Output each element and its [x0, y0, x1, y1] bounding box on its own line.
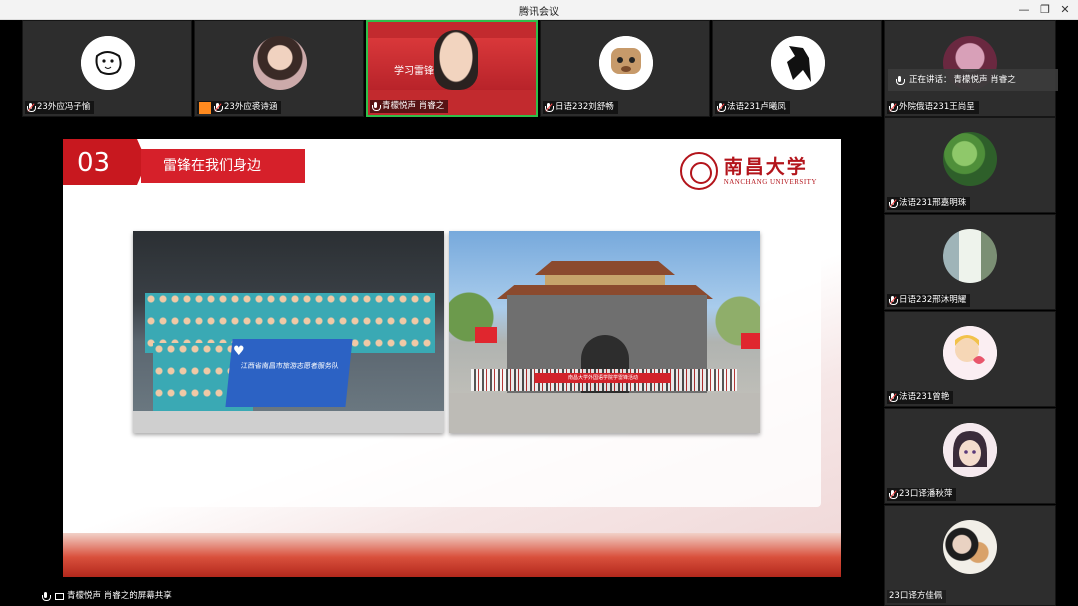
avatar [253, 36, 307, 90]
minimize-icon[interactable]: — [1016, 2, 1032, 18]
red-flag-icon [475, 327, 497, 343]
speaking-mic-icon [896, 75, 905, 85]
participant-name: 法语231卢曦凤 [715, 101, 790, 114]
mic-muted-icon [27, 103, 36, 112]
avatar [81, 36, 135, 90]
avatar [771, 36, 825, 90]
window-titlebar: 腾讯会议 — ❐ ✕ [0, 0, 1078, 20]
participant-tile[interactable]: 日语232刘舒畅 [540, 20, 710, 117]
group-banner: 南昌大学外国语学院学雷锋活动 [535, 373, 671, 383]
participant-name: 23口译潘秋萍 [887, 488, 957, 501]
mic-on-icon [42, 592, 51, 601]
participant-tile[interactable]: 23外应裘诗涵 [194, 20, 364, 117]
university-name-zh: 南昌大学 [723, 156, 808, 178]
participant-tile[interactable]: 法语231邢嘉明珠 [884, 117, 1056, 213]
university-name-en: NANCHANG UNIVERSITY [723, 178, 817, 186]
mic-on-icon [372, 102, 381, 111]
screen-share-area[interactable]: 03 雷锋在我们身边 南昌大学 NANCHANG UNIVERSITY 江西省南… [20, 117, 842, 606]
avatar [943, 326, 997, 380]
participant-name: 23外应冯子愉 [25, 101, 95, 114]
host-badge-icon [199, 101, 211, 114]
participant-tile[interactable]: 23口译方佳佩 [884, 505, 1056, 606]
participant-name: 日语232刘舒畅 [543, 101, 618, 114]
participant-name: 23口译方佳佩 [887, 590, 947, 603]
participant-tile[interactable]: 日语232邢沐明耀 [884, 214, 1056, 310]
mic-muted-icon [214, 103, 223, 112]
participant-name: 法语231曾艳 [887, 391, 954, 404]
speaker-face [434, 30, 478, 90]
slide-footer-decoration [63, 533, 841, 577]
mic-muted-icon [889, 393, 898, 402]
mic-muted-icon [717, 103, 726, 112]
close-icon[interactable]: ✕ [1057, 2, 1073, 18]
mic-muted-icon [889, 103, 898, 112]
mic-muted-icon [889, 490, 898, 499]
avatar [943, 229, 997, 283]
participant-name: 青檬悦声 肖睿之 [370, 100, 449, 113]
university-seal-icon [679, 152, 718, 190]
participant-name: 23外应裘诗涵 [197, 101, 282, 114]
window-title: 腾讯会议 [519, 7, 559, 18]
participant-name: 法语231邢嘉明珠 [887, 197, 971, 210]
avatar [599, 36, 653, 90]
avatar [943, 423, 997, 477]
restore-icon[interactable]: ❐ [1037, 2, 1053, 18]
screen-share-icon [55, 593, 64, 600]
participant-tile[interactable]: 23口译潘秋萍 [884, 408, 1056, 504]
presentation-slide: 03 雷锋在我们身边 南昌大学 NANCHANG UNIVERSITY 江西省南… [63, 139, 841, 577]
speaking-indicator: 正在讲话： 青檬悦声 肖睿之 [888, 69, 1058, 91]
red-flag-icon [741, 333, 760, 349]
screen-share-status: 青檬悦声 肖睿之的屏幕共享 [42, 590, 176, 603]
slide-title: 雷锋在我们身边 [141, 149, 305, 183]
avatar [943, 520, 997, 574]
university-logo: 南昌大学 NANCHANG UNIVERSITY [679, 151, 817, 191]
participant-tile[interactable]: 法语231卢曦凤 [712, 20, 882, 117]
meeting-stage: 23外应冯子愉 23外应裘诗涵 学习雷锋 时代先锋 青檬悦声 肖睿之 日语232… [0, 20, 1078, 606]
mic-muted-icon [889, 199, 898, 208]
volunteer-group-photo: 江西省南昌市旅游志愿者服务队 ♥ [133, 231, 444, 433]
avatar [943, 132, 997, 186]
participant-tile[interactable]: 法语231曾艳 [884, 311, 1056, 407]
participant-name: 外院俄语231王尚呈 [887, 101, 979, 114]
gate-group-photo: 南昌大学外国语学院学雷锋活动 [449, 231, 760, 433]
mic-muted-icon [889, 296, 898, 305]
slide-number: 03 [63, 139, 147, 185]
participant-name: 日语232邢沐明耀 [887, 294, 971, 307]
mic-muted-icon [545, 103, 554, 112]
participant-video-tile[interactable]: 学习雷锋 时代先锋 青檬悦声 肖睿之 [366, 20, 538, 117]
participant-tile[interactable]: 23外应冯子愉 [22, 20, 192, 117]
heart-icon: ♥ [233, 344, 245, 359]
